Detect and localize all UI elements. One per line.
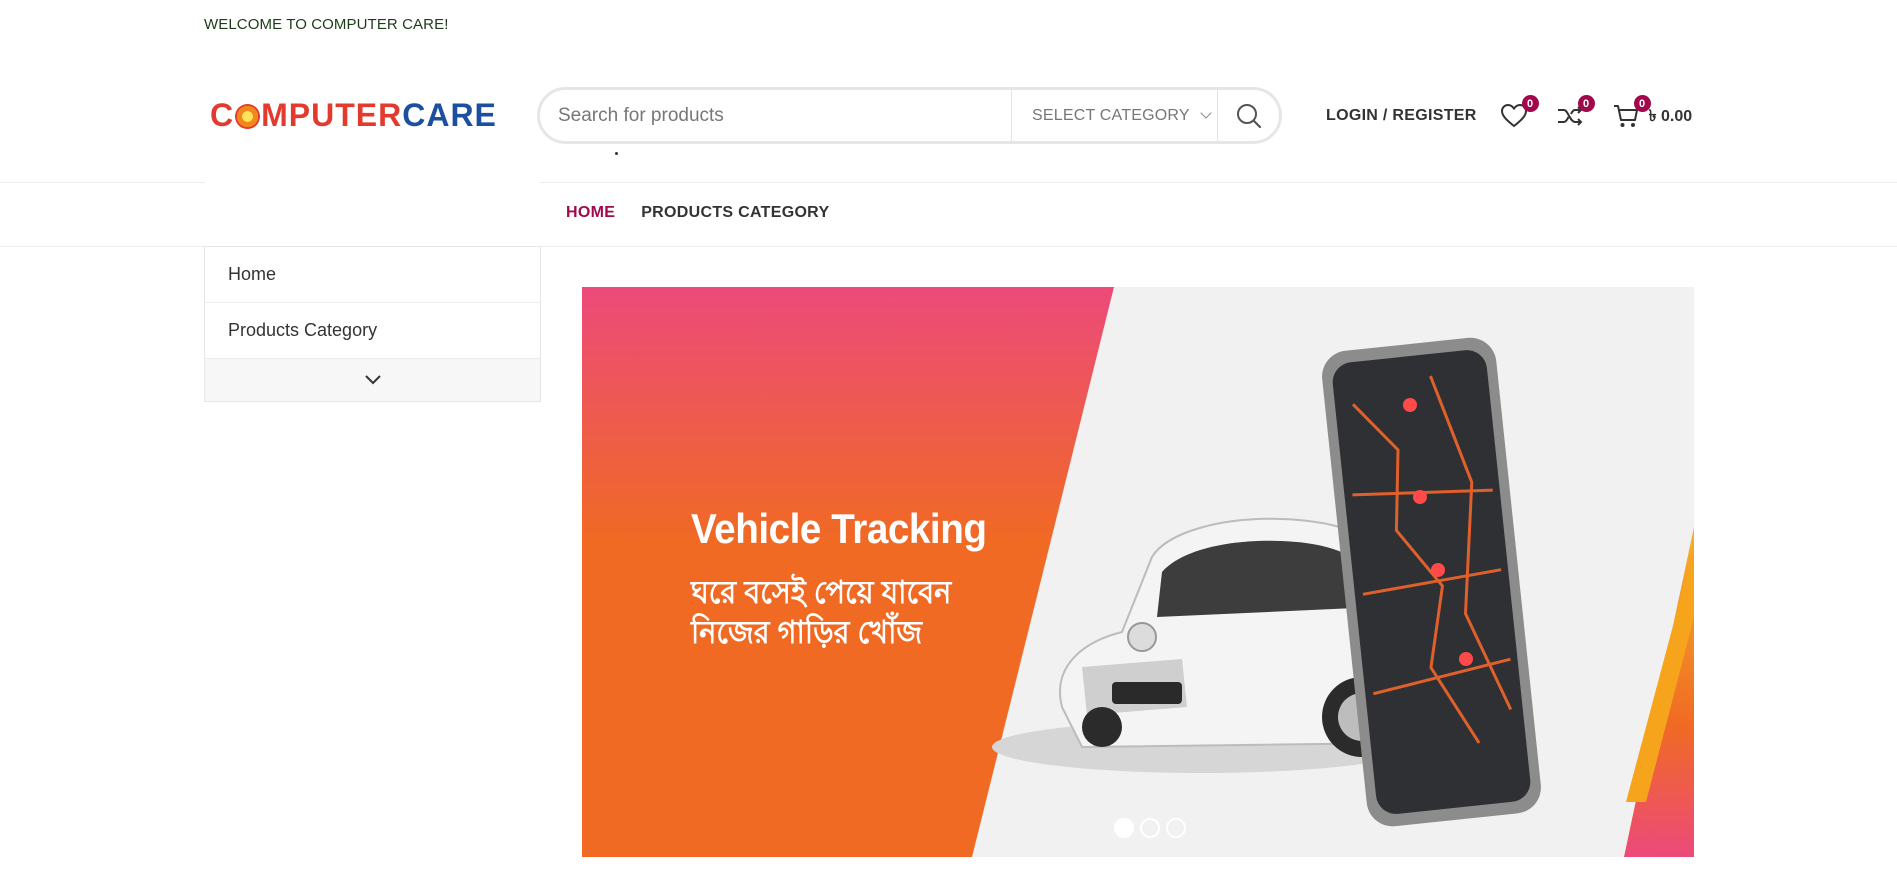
logo-text-care: CARE — [402, 97, 497, 133]
cart-count-badge: 0 — [1633, 95, 1651, 112]
search-input[interactable] — [540, 90, 1011, 141]
cart-total[interactable]: ৳ 0.00 — [1649, 103, 1693, 130]
cart-button[interactable]: 0 — [1611, 95, 1651, 131]
slider-dot-1[interactable] — [1114, 818, 1134, 838]
category-select[interactable]: SELECT CATEGORY — [1011, 90, 1217, 141]
header-actions: LOGIN / REGISTER 0 0 0 ৳ 0.00 — [1326, 95, 1693, 132]
chevron-down-icon — [1200, 106, 1212, 119]
category-select-label: SELECT CATEGORY — [1032, 106, 1190, 124]
logo-text-computer: MPUTER — [261, 97, 403, 133]
wishlist-button[interactable]: 0 — [1499, 95, 1539, 131]
search-form: SELECT CATEGORY — [537, 87, 1282, 144]
search-button[interactable] — [1217, 90, 1279, 141]
nav-item-home[interactable]: HOME — [566, 204, 615, 222]
banner-subtitle-line-2: নিজের গাড়ির খোঁজ — [691, 614, 923, 650]
wishlist-count-badge: 0 — [1521, 95, 1539, 112]
logo-letter-c: C — [210, 97, 235, 133]
main-navigation: HOME PRODUCTS CATEGORY — [566, 204, 829, 222]
site-logo[interactable]: C MPUTER CARE — [210, 99, 497, 131]
slider-dot-2[interactable] — [1140, 818, 1160, 838]
compare-button[interactable]: 0 — [1555, 95, 1595, 131]
chevron-down-icon — [364, 375, 381, 385]
top-bar: WELCOME TO COMPUTER CARE! — [0, 0, 1897, 48]
sidebar-expand-button[interactable] — [205, 359, 540, 401]
banner-title: Vehicle Tracking — [691, 505, 987, 552]
category-sidebar: Home Products Category — [204, 246, 541, 402]
welcome-text: WELCOME TO COMPUTER CARE! — [204, 16, 449, 33]
sidebar-item-products-category[interactable]: Products Category — [205, 303, 540, 359]
divider-dot — [615, 152, 618, 155]
search-icon — [1236, 103, 1261, 128]
logo-power-icon — [235, 103, 261, 129]
compare-count-badge: 0 — [1577, 95, 1595, 112]
sidebar-item-home[interactable]: Home — [205, 247, 540, 303]
slider-pagination — [1114, 818, 1186, 838]
hero-banner-slider[interactable]: Vehicle Tracking ঘরে বসেই পেয়ে যাবেন নি… — [582, 287, 1694, 857]
nav-divider-gap — [205, 180, 540, 184]
nav-item-products-category[interactable]: PRODUCTS CATEGORY — [641, 204, 829, 222]
login-register-link[interactable]: LOGIN / REGISTER — [1326, 107, 1477, 125]
slider-dot-3[interactable] — [1166, 818, 1186, 838]
